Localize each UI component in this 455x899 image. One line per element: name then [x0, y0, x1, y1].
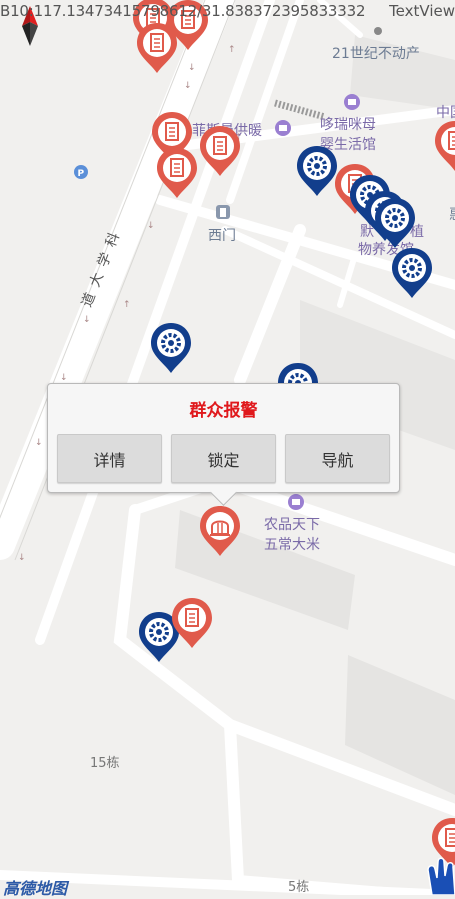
label-nongpin-1: 农品天下 [264, 517, 320, 533]
svg-text:↓: ↓ [188, 63, 196, 73]
svg-text:↓: ↓ [18, 553, 26, 563]
label-building-5: 5栋 [288, 879, 309, 895]
svg-text:↓: ↓ [35, 438, 43, 448]
svg-text:↓: ↓ [83, 315, 91, 325]
label-century-realestate: 21世纪不动产 [332, 46, 420, 62]
label-building-15: 15栋 [90, 755, 120, 771]
textview-label: TextView [389, 2, 455, 20]
label-zhongguo: 中国 [436, 105, 455, 121]
svg-text:↓: ↓ [184, 81, 192, 91]
svg-text:↓: ↓ [60, 373, 68, 383]
svg-text:↓: ↓ [147, 221, 155, 231]
parking-icon: P [74, 165, 88, 179]
lock-button[interactable]: 锁定 [171, 434, 276, 483]
navigate-button[interactable]: 导航 [285, 434, 390, 483]
poi-shop-icon [275, 120, 291, 136]
poi-location-icon [374, 27, 382, 35]
coordinate-readout: B10:117.13473415798612/31.83837239583333… [0, 2, 366, 20]
poi-shop-icon [288, 494, 304, 510]
label-moxun-1: 默 [360, 224, 374, 240]
svg-text:P: P [78, 169, 85, 179]
details-button[interactable]: 详情 [57, 434, 162, 483]
poi-shop-icon [344, 94, 360, 110]
alarm-popup: 群众报警 详情 锁定 导航 [47, 383, 400, 506]
label-nongpin-2: 五常大米 [264, 537, 320, 553]
popup-title: 群众报警 [189, 401, 258, 421]
svg-text:↑: ↑ [228, 45, 236, 55]
svg-text:↑: ↑ [123, 300, 131, 310]
amap-logo: 高德地图 [3, 879, 68, 898]
label-xi: 惠 [449, 207, 455, 223]
label-west-gate: 西门 [208, 228, 236, 244]
poi-gate-icon [216, 205, 230, 219]
label-duorui-1: 哆瑞咪母 [320, 117, 376, 133]
